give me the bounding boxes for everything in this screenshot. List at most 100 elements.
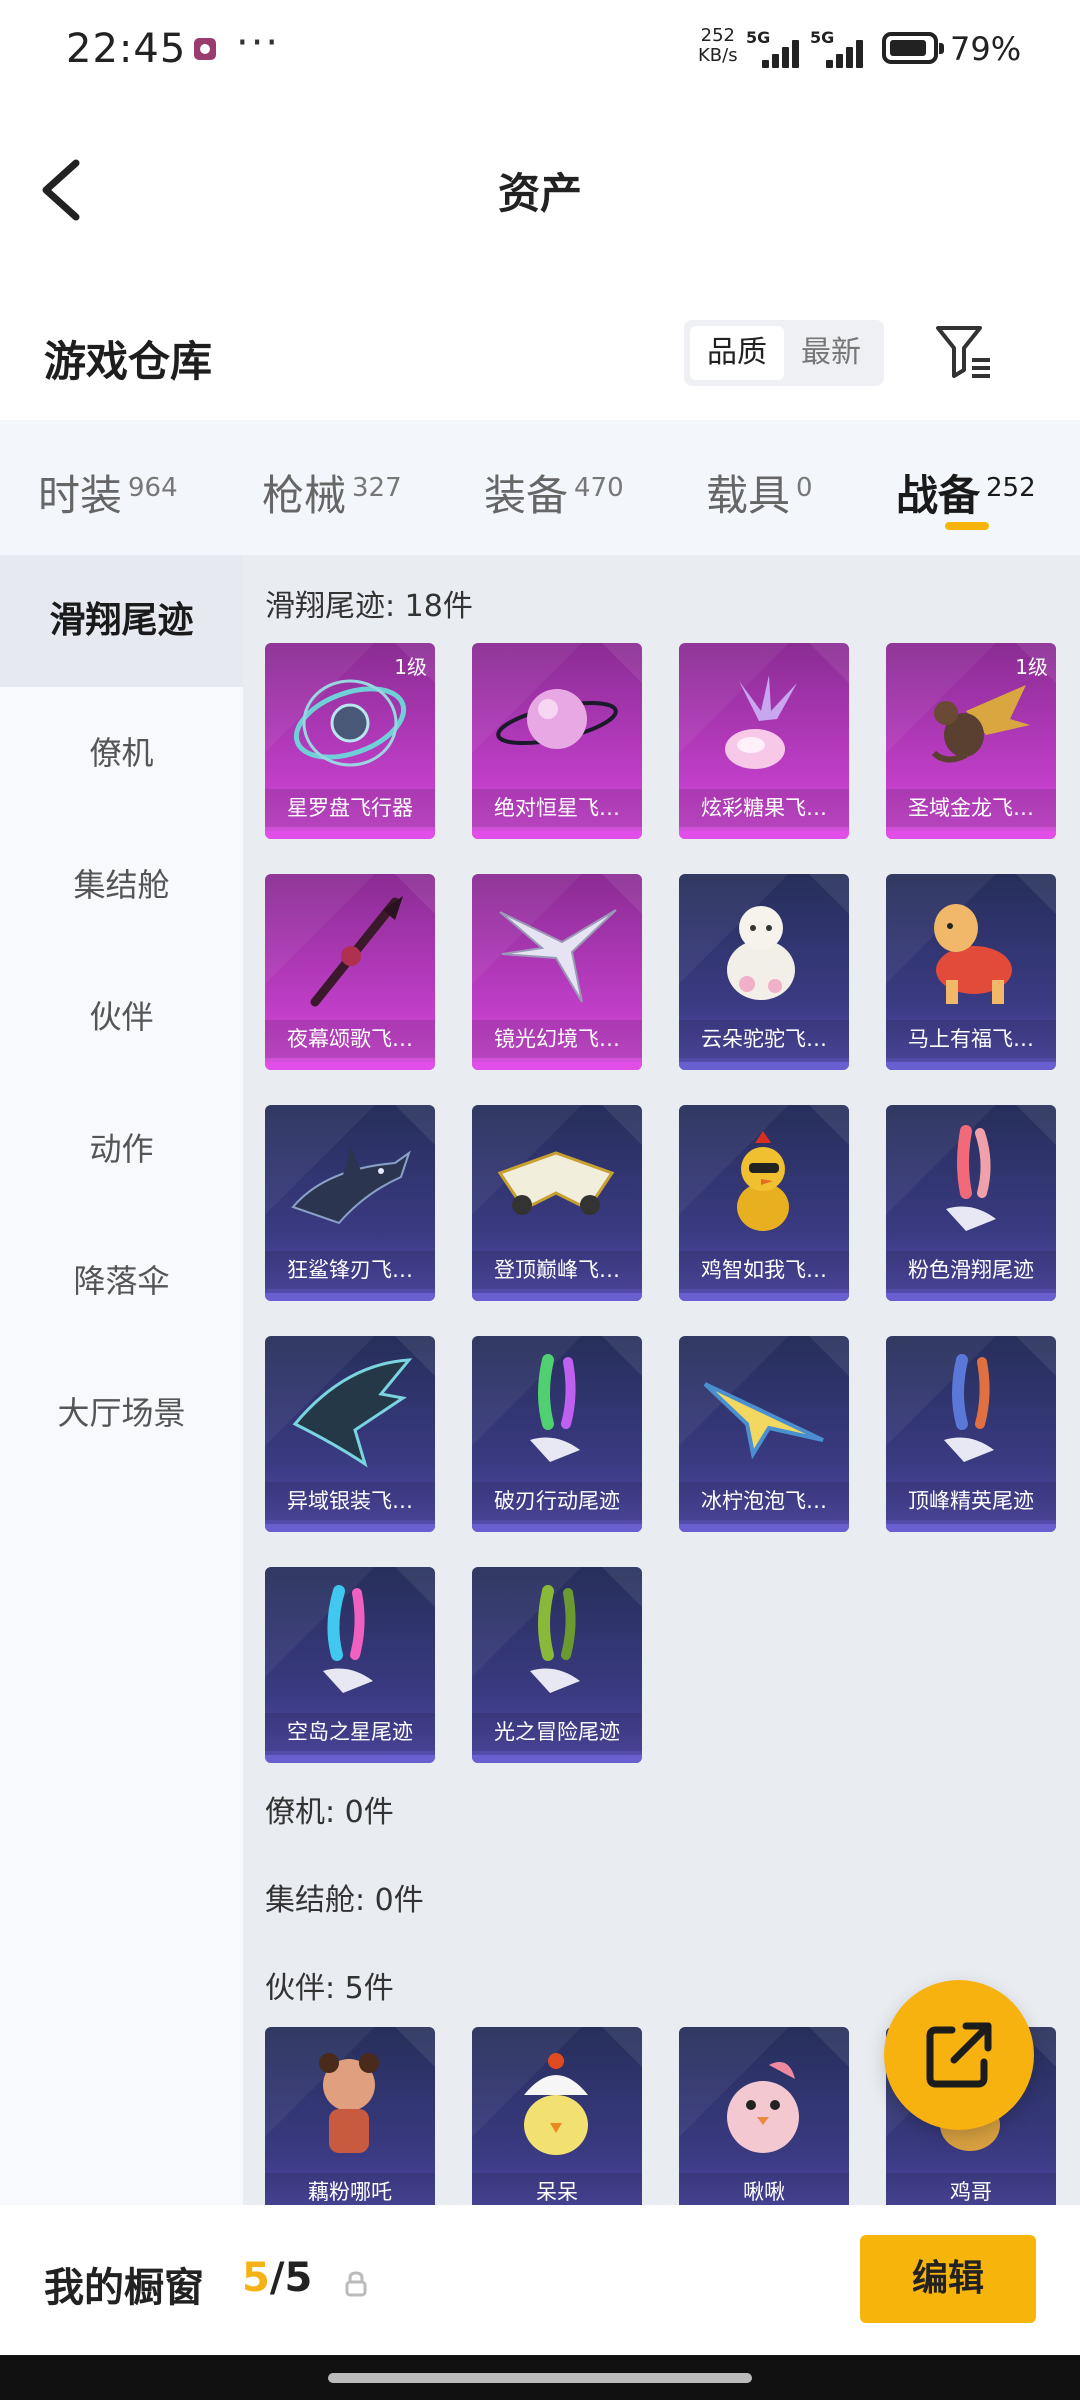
silver-wings-icon [292, 1358, 413, 1468]
filter-icon [936, 326, 990, 378]
share-fab-button[interactable] [884, 1980, 1034, 2130]
category-tabs: 时装 964 枪械 327 装备 470 载具 0 战备 252 [0, 420, 1080, 555]
item-card[interactable]: 马上有福飞… [886, 874, 1056, 1070]
network-speed-unit: KB/s [698, 45, 738, 66]
tab-count: 327 [352, 473, 402, 503]
tab-battle-prep[interactable]: 战备 252 [896, 462, 1036, 522]
showcase-bar: 我的橱窗 5/5 编辑 [0, 2205, 1080, 2355]
item-card[interactable]: 粉色滑翔尾迹 [886, 1105, 1056, 1301]
battery-icon [882, 32, 944, 64]
level-badge: 1级 [394, 655, 427, 679]
elite-trail-icon [944, 1354, 994, 1462]
item-name: 炫彩糖果飞… [679, 789, 849, 827]
sidebar-item-glide-trail[interactable]: 滑翔尾迹 [0, 555, 243, 687]
item-card[interactable]: 顶峰精英尾迹 [886, 1336, 1056, 1532]
item-name: 马上有福飞… [886, 1020, 1056, 1058]
more-notifications-icon: ··· [236, 20, 281, 66]
tab-guns[interactable]: 枪械 327 [262, 462, 402, 522]
item-card[interactable]: 呆呆 [472, 2027, 642, 2205]
tab-vehicles[interactable]: 载具 0 [706, 462, 813, 522]
item-card[interactable]: 绝对恒星飞… [472, 643, 642, 839]
tab-count: 0 [796, 473, 813, 503]
item-card[interactable]: 登顶巅峰飞… [472, 1105, 642, 1301]
item-card[interactable]: 异域银装飞… [265, 1336, 435, 1532]
sort-quality-button[interactable]: 品质 [690, 326, 784, 380]
pink-trail-icon [946, 1125, 996, 1231]
edit-button[interactable]: 编辑 [860, 2235, 1036, 2323]
item-name: 鸡智如我飞… [679, 1251, 849, 1289]
item-card[interactable]: 狂鲨锋刃飞… [265, 1105, 435, 1301]
level-badge: 1级 [1015, 655, 1048, 679]
tab-count: 964 [128, 473, 178, 503]
tab-fashion[interactable]: 时装 964 [38, 462, 178, 522]
battery-percent: 79% [950, 30, 1022, 68]
sidebar-item-wingman[interactable]: 僚机 [0, 687, 243, 819]
horse-glider-icon [934, 904, 1012, 1004]
tab-count: 252 [986, 473, 1036, 503]
item-card[interactable]: 光之冒险尾迹 [472, 1567, 642, 1763]
signal-icon-2: 5G [810, 28, 868, 68]
warehouse-title: 游戏仓库 [44, 337, 213, 386]
item-card[interactable]: 云朵驼驼飞… [679, 874, 849, 1070]
item-card[interactable]: 破刃行动尾迹 [472, 1336, 642, 1532]
item-name: 破刃行动尾迹 [472, 1482, 642, 1520]
bird-partner-icon [727, 2062, 799, 2153]
tab-label: 装备 [484, 471, 569, 520]
item-list[interactable]: 滑翔尾迹: 18件 1级 星罗盘飞行器 绝对恒星飞… 炫彩糖果飞… 1级 圣域金… [243, 555, 1080, 2205]
item-name: 呆呆 [472, 2173, 642, 2205]
signal-icon-1: 5G [746, 28, 804, 68]
item-card[interactable]: 1级 圣域金龙飞… [886, 643, 1056, 839]
item-card[interactable]: 鸡智如我飞… [679, 1105, 849, 1301]
plane-glider-icon [703, 1382, 824, 1460]
crystal-wings-icon [499, 909, 617, 1003]
status-bar: 22:45 ··· 252 KB/s 5G 5G 79% [0, 0, 1080, 100]
section-title-partner: 伙伴: 5件 [265, 1971, 394, 2006]
jet-glider-icon [497, 1151, 615, 1215]
planet-glider-icon [496, 689, 618, 749]
item-name: 异域银装飞… [265, 1482, 435, 1520]
filter-button[interactable] [934, 322, 994, 382]
showcase-count-current: 5 [242, 2255, 270, 2301]
home-gesture-handle[interactable] [328, 2373, 752, 2383]
item-card[interactable]: 1级 星罗盘飞行器 [265, 643, 435, 839]
tab-equipment[interactable]: 装备 470 [484, 462, 624, 522]
item-card[interactable]: 夜幕颂歌飞… [265, 874, 435, 1070]
item-name: 啾啾 [679, 2173, 849, 2205]
chicken-glider-icon [737, 1131, 789, 1231]
green-trail-icon [530, 1585, 580, 1693]
shark-glider-icon [291, 1147, 411, 1225]
item-card[interactable]: 冰柠泡泡飞… [679, 1336, 849, 1532]
showcase-count-total: /5 [269, 2255, 313, 2301]
item-card[interactable]: 镜光幻境飞… [472, 874, 642, 1070]
section-title-wingman: 僚机: 0件 [265, 1795, 394, 1830]
item-name: 顶峰精英尾迹 [886, 1482, 1056, 1520]
app-notification-icon [194, 38, 216, 60]
item-name: 粉色滑翔尾迹 [886, 1251, 1056, 1289]
sidebar-item-assembly-pod[interactable]: 集结舱 [0, 819, 243, 951]
tab-label: 枪械 [262, 471, 347, 520]
sidebar-item-emote[interactable]: 动作 [0, 1083, 243, 1215]
alpaca-glider-icon [727, 906, 795, 1000]
item-name: 夜幕颂歌飞… [265, 1020, 435, 1058]
item-card[interactable]: 啾啾 [679, 2027, 849, 2205]
item-card[interactable]: 炫彩糖果飞… [679, 643, 849, 839]
item-name: 冰柠泡泡飞… [679, 1482, 849, 1520]
item-name: 空岛之星尾迹 [265, 1713, 435, 1751]
sidebar-item-parachute[interactable]: 降落伞 [0, 1215, 243, 1347]
item-name: 光之冒险尾迹 [472, 1713, 642, 1751]
tab-label: 时装 [38, 471, 123, 520]
section-title-assembly-pod: 集结舱: 0件 [265, 1883, 424, 1918]
item-card[interactable]: 藕粉哪吒 [265, 2027, 435, 2205]
item-card[interactable]: 空岛之星尾迹 [265, 1567, 435, 1763]
showcase-label: 我的橱窗 [44, 2265, 204, 2311]
sort-newest-button[interactable]: 最新 [784, 326, 878, 380]
network-speed: 252 KB/s [698, 26, 738, 66]
item-name: 绝对恒星飞… [472, 789, 642, 827]
sidebar-item-lobby-scene[interactable]: 大厅场景 [0, 1347, 243, 1479]
sidebar-item-partner[interactable]: 伙伴 [0, 951, 243, 1083]
warehouse-header: 游戏仓库 品质 最新 [0, 300, 1080, 420]
status-time: 22:45 [66, 26, 187, 72]
item-name: 星罗盘飞行器 [265, 789, 435, 827]
chick-partner-icon [524, 2053, 588, 2155]
lock-icon [345, 2271, 367, 2297]
